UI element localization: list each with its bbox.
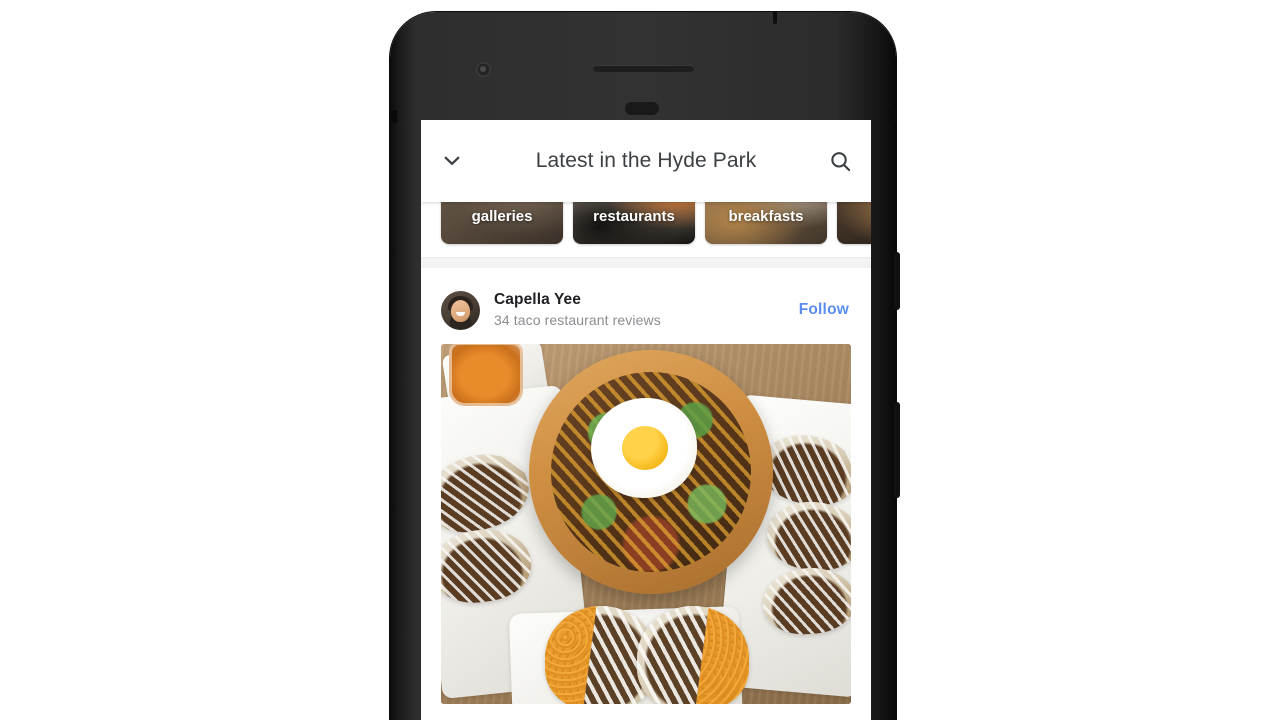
antenna-line [773,12,777,24]
app-header: Latest in the Hyde Park [421,120,871,202]
category-chips-strip[interactable]: galleries restaurants breakfasts re [421,202,871,257]
chip-restaurants[interactable]: restaurants [573,202,695,244]
bezel-seam-right [889,110,896,123]
screenshot-stage: Latest in the Hyde Park galleries restau… [0,0,1280,720]
burrito-half [637,606,749,704]
avatar[interactable] [441,290,480,330]
feed-post-card: Capella Yee 34 taco restaurant reviews F… [421,268,871,704]
chip-galleries[interactable]: galleries [441,202,563,244]
feed-list: Capella Yee 34 taco restaurant reviews F… [421,268,871,704]
taco-platter-photo[interactable] [441,344,851,704]
phone-device: Latest in the Hyde Park galleries restau… [390,12,900,720]
chip-label: re [837,208,871,225]
earpiece-speaker [593,65,694,72]
phone-screen: Latest in the Hyde Park galleries restau… [421,120,871,720]
avatar-face [451,299,470,322]
proximity-sensor [625,102,659,115]
fried-egg [591,398,697,498]
author-review-count: 34 taco restaurant reviews [494,311,661,328]
bezel-seam-left [390,110,397,123]
egg-yolk [622,426,668,470]
section-divider [421,257,871,268]
chevron-down-icon [444,156,460,165]
avatar-smile [456,311,465,316]
category-chips-row: galleries restaurants breakfasts re [441,202,871,244]
volume-rocker[interactable] [894,402,900,498]
chip-label: galleries [471,208,533,225]
drink-glass [449,344,523,406]
collapse-button[interactable] [421,120,483,202]
chip-restaurants-partial[interactable]: re [837,202,871,244]
power-button[interactable] [894,252,900,310]
follow-button[interactable]: Follow [797,301,851,319]
chip-breakfasts[interactable]: breakfasts [705,202,827,244]
chip-label: restaurants [593,208,675,225]
author-name: Capella Yee [494,290,581,308]
bread-bowl [529,350,773,594]
front-camera-icon [476,62,491,77]
search-icon [830,151,850,171]
author-text-block: Capella Yee 34 taco restaurant reviews [494,290,797,331]
search-button[interactable] [809,120,871,202]
post-author-row: Capella Yee 34 taco restaurant reviews F… [421,279,871,341]
chip-label: breakfasts [728,208,804,225]
page-title: Latest in the Hyde Park [535,149,757,172]
